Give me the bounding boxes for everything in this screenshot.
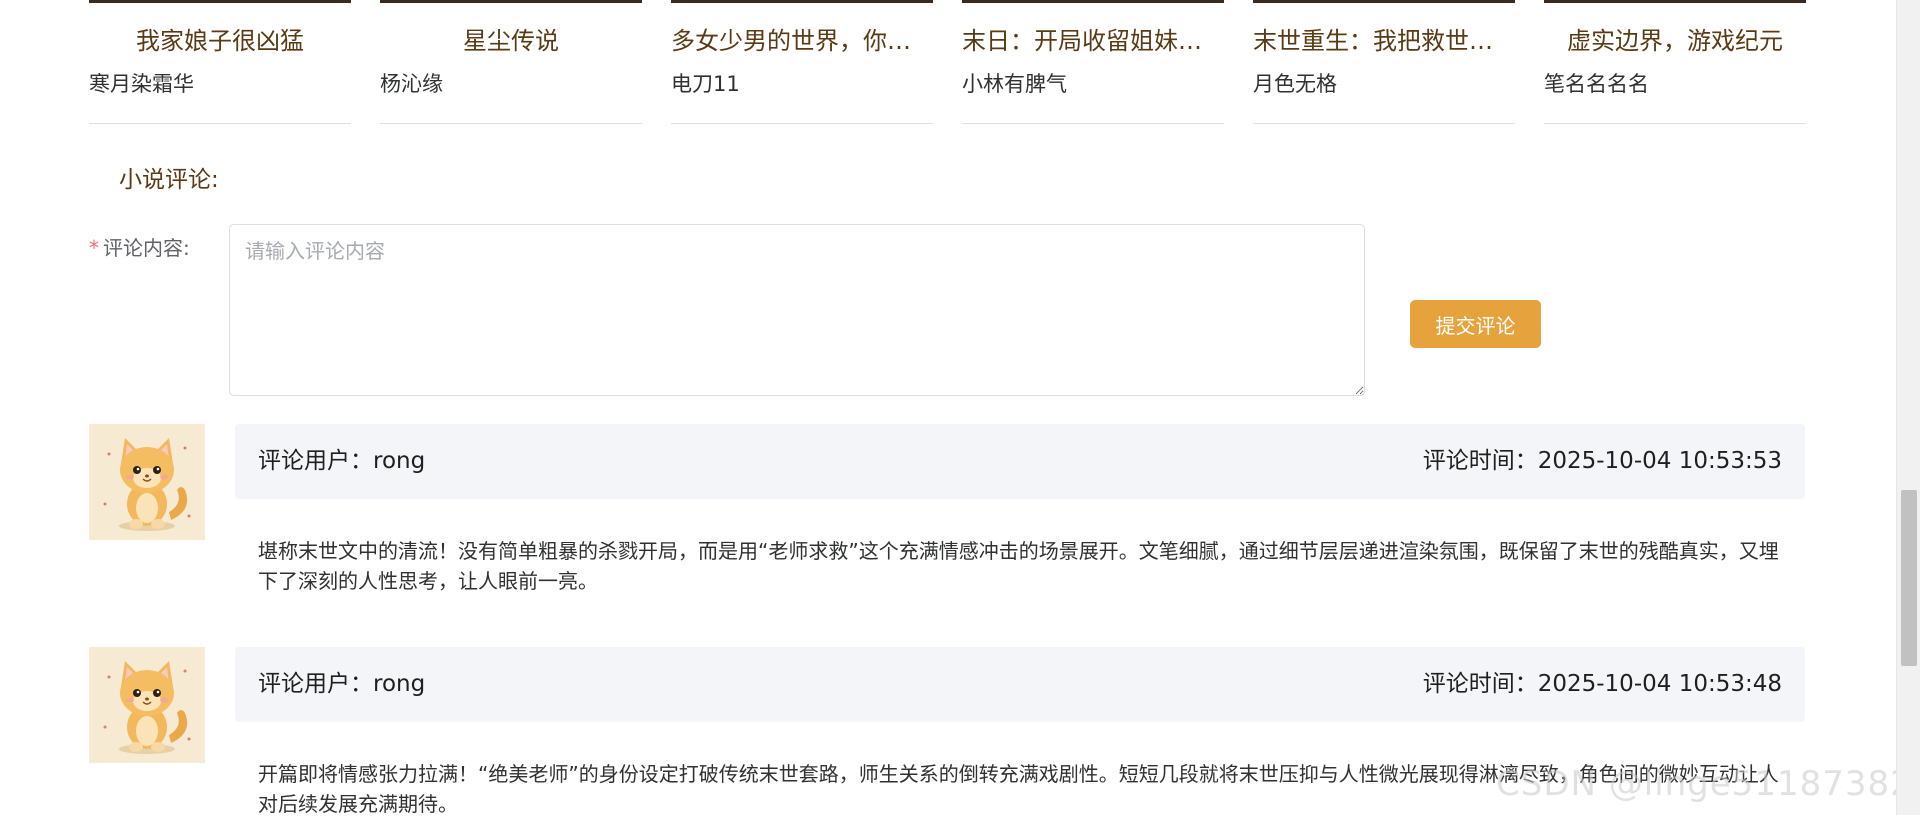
comment-label-text: 评论内容:	[103, 236, 190, 260]
novel-cover-image[interactable]	[380, 0, 642, 3]
novel-author: 月色无格	[1253, 72, 1337, 96]
novel-cover-image[interactable]	[1544, 0, 1806, 3]
required-mark: *	[89, 236, 99, 260]
page-scrollbar[interactable]	[1896, 0, 1920, 815]
avatar	[89, 647, 205, 763]
comment-time: 评论时间：2025-10-04 10:53:48	[1422, 671, 1782, 697]
novel-cover-image[interactable]	[671, 0, 933, 3]
comment-time: 评论时间：2025-10-04 10:53:53	[1422, 448, 1782, 474]
novel-author: 电刀11	[671, 72, 740, 96]
novel-title[interactable]: 虚实边界，游戏纪元	[1544, 24, 1806, 58]
comment-input[interactable]	[229, 224, 1365, 396]
novel-cover-image[interactable]	[962, 0, 1224, 3]
cat-avatar-icon	[89, 647, 205, 763]
novel-card[interactable]: 多女少男的世界，你和... 电刀11	[671, 0, 933, 124]
avatar	[89, 424, 205, 540]
comment-user: 评论用户：rong	[258, 448, 426, 474]
related-novels-row: 我家娘子很凶猛 寒月染霜华 星尘传说 杨沁缘 多女少男的世界，你和... 电刀1…	[89, 0, 1806, 124]
novel-card[interactable]: 末世重生：我把救世系... 月色无格	[1253, 0, 1515, 124]
novel-author: 小林有脾气	[962, 72, 1067, 96]
novel-title[interactable]: 星尘传说	[380, 24, 642, 58]
comment-content-label: * 评论内容:	[89, 234, 190, 262]
comment-section-title: 小说评论:	[119, 167, 219, 193]
novel-title[interactable]: 末世重生：我把救世系...	[1253, 24, 1515, 58]
novel-title[interactable]: 我家娘子很凶猛	[89, 24, 351, 58]
comment-user: 评论用户：rong	[258, 671, 426, 697]
novel-cover-image[interactable]	[1253, 0, 1515, 3]
csdn-watermark: CSDN @linge511873822	[1496, 764, 1920, 804]
novel-card[interactable]: 星尘传说 杨沁缘	[380, 0, 642, 124]
comment-item: 评论用户：rong 评论时间：2025-10-04 10:53:53 堪称末世文…	[89, 424, 1805, 614]
novel-title[interactable]: 末日：开局收留姐妹花...	[962, 24, 1224, 58]
novel-card[interactable]: 我家娘子很凶猛 寒月染霜华	[89, 0, 351, 124]
scrollbar-thumb[interactable]	[1901, 490, 1917, 666]
novel-author: 寒月染霜华	[89, 72, 194, 96]
submit-comment-button[interactable]: 提交评论	[1410, 300, 1541, 348]
comment-header: 评论用户：rong 评论时间：2025-10-04 10:53:53	[235, 424, 1805, 499]
novel-title[interactable]: 多女少男的世界，你和...	[671, 24, 933, 58]
novel-card[interactable]: 虚实边界，游戏纪元 笔名名名名	[1544, 0, 1806, 124]
novel-card[interactable]: 末日：开局收留姐妹花... 小林有脾气	[962, 0, 1224, 124]
novel-cover-image[interactable]	[89, 0, 351, 3]
comment-content: 堪称末世文中的清流！没有简单粗暴的杀戮开局，而是用“老师求救”这个充满情感冲击的…	[258, 539, 1779, 593]
novel-author: 杨沁缘	[380, 72, 443, 96]
cat-avatar-icon	[89, 424, 205, 540]
comment-header: 评论用户：rong 评论时间：2025-10-04 10:53:48	[235, 647, 1805, 722]
novel-author: 笔名名名名	[1544, 72, 1649, 96]
